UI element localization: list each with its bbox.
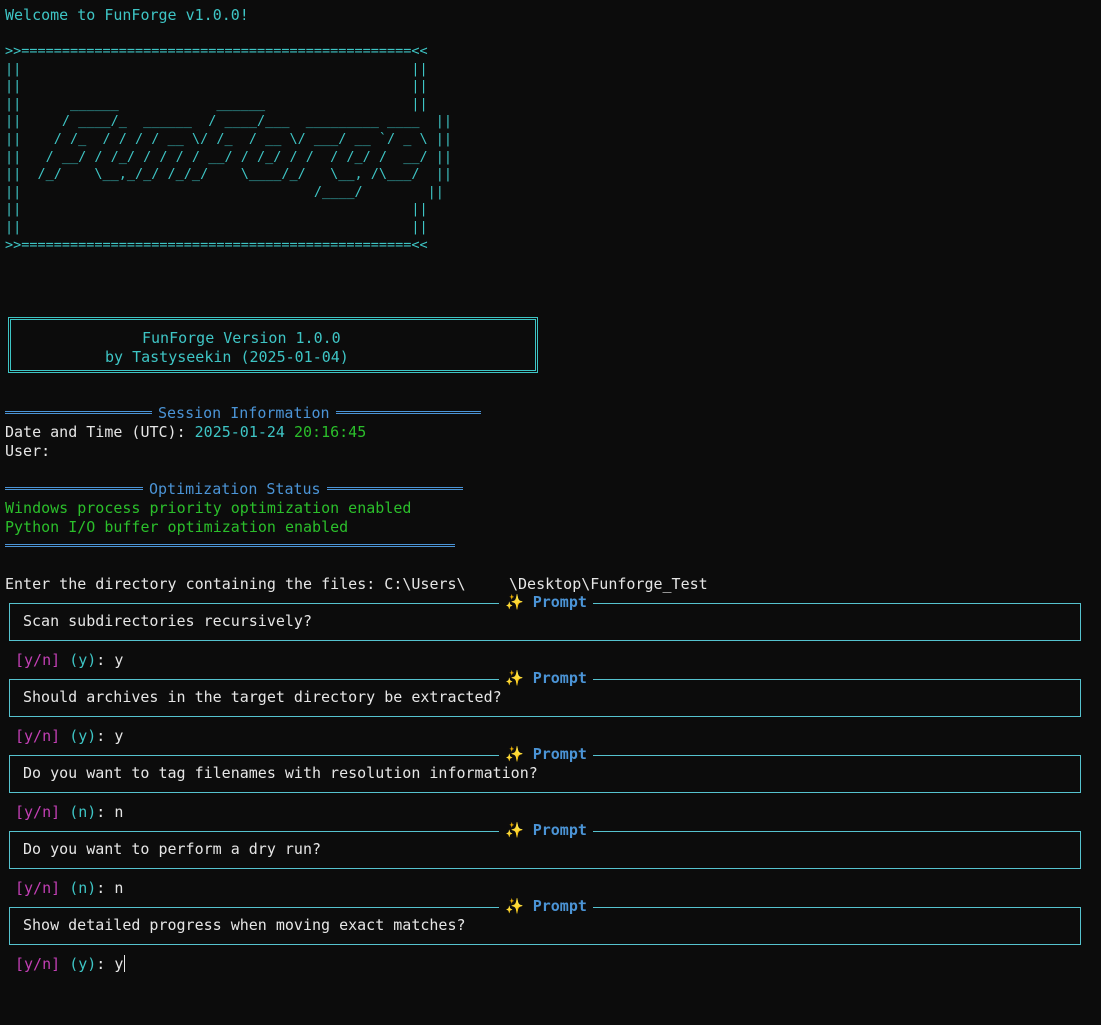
prompt-box-recursive: ✨ Prompt Scan subdirectories recursively… — [9, 593, 1081, 641]
prompt-question: Do you want to tag filenames with resolu… — [23, 764, 538, 782]
prompt-title: ✨ Prompt — [499, 669, 593, 688]
prompt-title: ✨ Prompt — [499, 745, 593, 764]
options-label: [y/n] — [15, 727, 61, 745]
session-title: Session Information — [152, 404, 336, 423]
directory-prompt: Enter the directory containing the files… — [5, 575, 466, 594]
datetime-time: 20:16:45 — [294, 423, 367, 441]
default-label: (n) — [69, 879, 97, 897]
optimization-title: Optimization Status — [143, 480, 327, 499]
prompt-question: Show detailed progress when moving exact… — [23, 916, 466, 934]
answer-line-extract: [y/n] (y): y — [15, 727, 124, 745]
ascii-banner-logo: >>======================================… — [5, 43, 453, 253]
prompt-box-resolution: ✨ Prompt Do you want to tag filenames wi… — [9, 745, 1081, 793]
answer-value: n — [114, 879, 124, 897]
datetime-label: Date and Time (UTC): — [5, 423, 195, 441]
sparkle-icon: ✨ — [505, 593, 524, 611]
optimization-line-2: Python I/O buffer optimization enabled — [5, 518, 349, 536]
default-label: (y) — [69, 955, 97, 973]
default-label: (y) — [69, 727, 97, 745]
answer-line-recursive: [y/n] (y): y — [15, 651, 124, 669]
answer-value: y — [114, 651, 124, 669]
session-datetime: Date and Time (UTC): 2025-01-24 20:16:45 — [5, 423, 366, 442]
answer-value: n — [114, 803, 124, 821]
text-cursor — [124, 955, 126, 972]
answer-line-progress[interactable]: [y/n] (y): y — [15, 955, 126, 974]
version-box: FunForge Version 1.0.0 by Tastyseekin (2… — [8, 317, 538, 373]
default-label: (y) — [69, 651, 97, 669]
optimization-line-1: Windows process priority optimization en… — [5, 499, 412, 517]
sparkle-icon: ✨ — [505, 821, 524, 839]
datetime-date: 2025-01-24 — [194, 423, 285, 441]
optimization-bottom-rule — [5, 544, 455, 547]
directory-prompt-label: Enter the directory containing the files… — [5, 575, 385, 593]
welcome-text: Welcome to FunForge v1.0.0! — [5, 6, 249, 24]
answer-input[interactable]: y — [114, 955, 123, 973]
sparkle-icon: ✨ — [505, 897, 524, 915]
prompt-box-extract: ✨ Prompt Should archives in the target d… — [9, 669, 1081, 717]
prompt-title: ✨ Prompt — [499, 821, 593, 840]
directory-path-end: \Desktop\Funforge_Test — [509, 575, 708, 593]
options-label: [y/n] — [15, 803, 61, 821]
prompt-box-progress: ✨ Prompt Show detailed progress when mov… — [9, 897, 1081, 945]
directory-path-start: C:\Users\ — [384, 575, 466, 593]
prompt-box-dry-run: ✨ Prompt Do you want to perform a dry ru… — [9, 821, 1081, 869]
options-label: [y/n] — [15, 879, 61, 897]
answer-value: y — [114, 727, 124, 745]
session-user-label: User: — [5, 442, 51, 460]
version-author: by Tastyseekin (2025-01-04) — [105, 348, 349, 366]
answer-line-resolution: [y/n] (n): n — [15, 803, 124, 821]
sparkle-icon: ✨ — [505, 745, 524, 763]
answer-line-dry-run: [y/n] (n): n — [15, 879, 124, 897]
prompt-question: Do you want to perform a dry run? — [23, 840, 322, 858]
sparkle-icon: ✨ — [505, 669, 524, 687]
default-label: (n) — [69, 803, 97, 821]
options-label: [y/n] — [15, 651, 61, 669]
prompt-question: Should archives in the target directory … — [23, 688, 502, 706]
prompt-title: ✨ Prompt — [499, 593, 593, 612]
options-label: [y/n] — [15, 955, 61, 973]
prompt-question: Scan subdirectories recursively? — [23, 612, 312, 630]
prompt-title: ✨ Prompt — [499, 897, 593, 916]
version-title: FunForge Version 1.0.0 — [142, 329, 341, 347]
